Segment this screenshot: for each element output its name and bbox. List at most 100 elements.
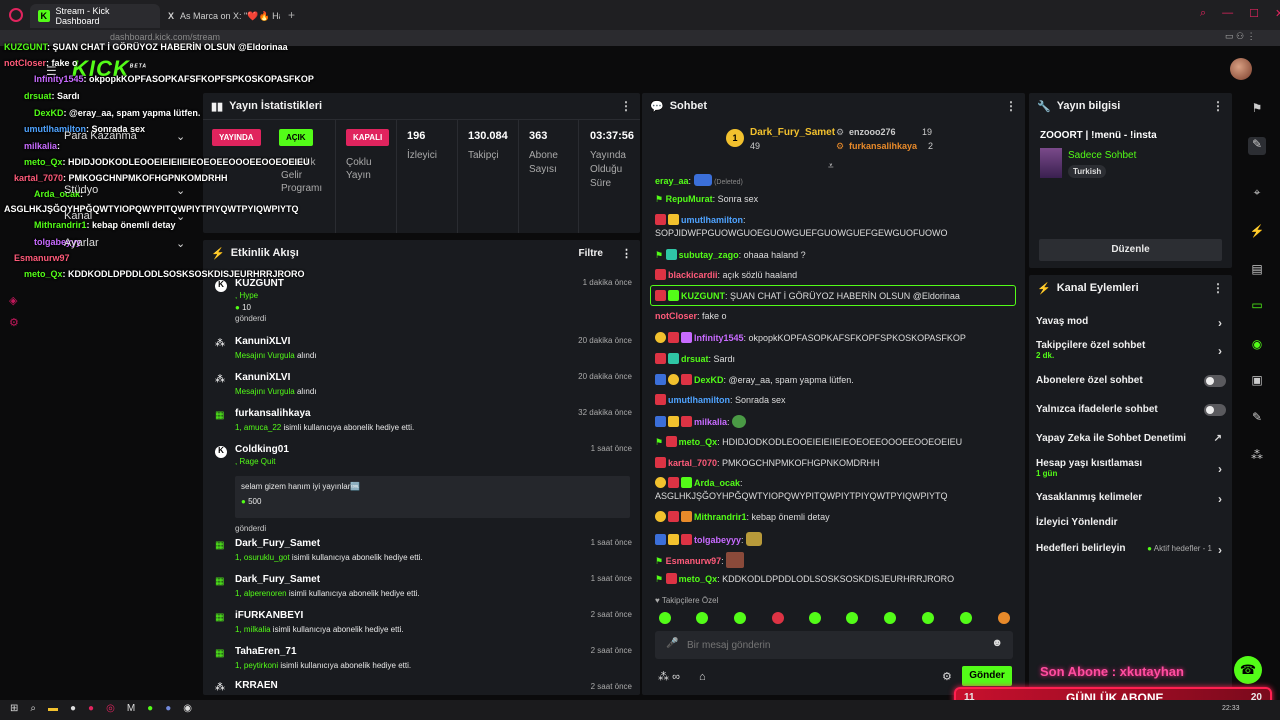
edit-stream-button[interactable]: Düzenle bbox=[1039, 239, 1222, 261]
filter-button[interactable]: Filtre bbox=[579, 248, 603, 259]
mic-icon[interactable]: 🎤 bbox=[666, 638, 678, 649]
event-user[interactable]: furkansalihkaya bbox=[235, 408, 414, 419]
chat-username[interactable]: kartal_7070 bbox=[668, 458, 717, 468]
more-icon[interactable]: ⋮ bbox=[1212, 281, 1224, 295]
chat-username[interactable]: milkalia bbox=[694, 417, 727, 427]
folder-icon[interactable]: ▬ bbox=[48, 703, 58, 714]
followers-only-row[interactable]: Takipçilere özel sohbet 2 dk. › bbox=[1036, 340, 1226, 360]
account-age-row[interactable]: Hesap yaşı kısıtlaması 1 gün › bbox=[1036, 458, 1226, 478]
third-gifter-name[interactable]: furkansalihkaya bbox=[849, 141, 917, 151]
second-gifter-name[interactable]: enzooo276 bbox=[849, 127, 896, 137]
emote-quick-icon[interactable] bbox=[960, 612, 972, 624]
tab-kick-dashboard[interactable]: K Stream - Kick Dashboard bbox=[30, 4, 160, 28]
app-icon[interactable]: ● bbox=[88, 703, 94, 714]
emote-quick-icon[interactable] bbox=[998, 612, 1010, 624]
info-panel-icon[interactable]: ▣ bbox=[1248, 373, 1266, 391]
new-tab-button[interactable]: + bbox=[288, 8, 295, 22]
chat-username[interactable]: DexKD bbox=[694, 375, 724, 385]
chat-username[interactable]: blackicardii bbox=[668, 270, 718, 280]
chat-input[interactable] bbox=[687, 637, 977, 653]
chat-username[interactable]: Mithrandrir1 bbox=[694, 512, 747, 522]
chat-username[interactable]: notCloser bbox=[655, 311, 697, 321]
subs-only-row[interactable]: Abonelere özel sohbet bbox=[1036, 375, 1226, 387]
chat-username[interactable]: Arda_ocak bbox=[694, 478, 740, 488]
collapse-leaderboard-icon[interactable]: ⩡ bbox=[828, 161, 834, 172]
ai-moderation-row[interactable]: Yapay Zeka ile Sohbet Denetimi ↗ bbox=[1036, 433, 1226, 444]
search-icon[interactable]: ⌕ bbox=[1200, 7, 1206, 20]
browser-icon[interactable]: ◎ bbox=[106, 703, 115, 714]
app-icon[interactable]: M bbox=[127, 703, 135, 714]
chat-username[interactable]: tolgabeyyy bbox=[694, 535, 741, 545]
subs-only-toggle[interactable] bbox=[1204, 375, 1226, 387]
tab-x-post[interactable]: X As Marca on X: "❤️🔥 Ha bbox=[160, 4, 280, 28]
event-user[interactable]: KanuniXLVI bbox=[235, 372, 317, 383]
chat-icon[interactable]: ▭ bbox=[1248, 298, 1266, 316]
event-user[interactable]: iFURKANBEYI bbox=[235, 610, 404, 621]
clip-icon[interactable]: ⌖ bbox=[1248, 185, 1266, 203]
app-icon[interactable]: ● bbox=[70, 703, 76, 714]
notifications-icon[interactable]: ⚑ bbox=[1248, 101, 1266, 119]
close-icon[interactable]: ✕ bbox=[1275, 7, 1280, 20]
chat-settings-icon[interactable]: ⚙ bbox=[942, 670, 952, 683]
event-user[interactable]: Coldking01 bbox=[235, 444, 630, 455]
support-fab[interactable]: ☎ bbox=[1234, 656, 1262, 684]
goals-row[interactable]: Hedefleri belirleyin ● Aktif hedefler - 1… bbox=[1036, 543, 1226, 557]
more-icon[interactable]: ⋮ bbox=[621, 247, 632, 260]
users-icon[interactable]: ⁂ bbox=[658, 671, 669, 683]
event-user[interactable]: KanuniXLVI bbox=[235, 336, 317, 347]
edit-icon[interactable]: ✎ bbox=[1248, 137, 1266, 155]
chat-username[interactable]: KUZGUNT bbox=[681, 291, 725, 301]
chat-username[interactable]: subutay_zago bbox=[679, 250, 739, 260]
emote-quick-icon[interactable] bbox=[884, 612, 896, 624]
top-gifter-name[interactable]: Dark_Fury_Samet bbox=[750, 127, 835, 138]
chat-username[interactable]: meto_Qx bbox=[679, 437, 718, 447]
send-button[interactable]: Gönder bbox=[962, 666, 1012, 686]
avatar[interactable] bbox=[1230, 58, 1252, 80]
emotes-only-toggle[interactable] bbox=[1204, 404, 1226, 416]
emote-quick-icon[interactable] bbox=[772, 612, 784, 624]
chat-username[interactable]: RepuMurat bbox=[666, 194, 713, 204]
event-user[interactable]: Dark_Fury_Samet bbox=[235, 574, 420, 585]
sidebar-item-monetization[interactable]: Para Kazanma bbox=[64, 130, 137, 142]
category-thumbnail[interactable] bbox=[1040, 148, 1062, 178]
banned-words-row[interactable]: Yasaklanmış kelimeler › bbox=[1036, 492, 1226, 506]
chat-username[interactable]: meto_Qx bbox=[679, 574, 718, 584]
infinity-icon[interactable]: ∞ bbox=[672, 671, 680, 683]
chat-username[interactable]: eray_aa bbox=[655, 176, 689, 186]
discord-icon[interactable]: ◈ bbox=[9, 290, 19, 312]
more-icon[interactable]: ⋮ bbox=[620, 99, 632, 113]
category-link[interactable]: Sadece Sohbet bbox=[1068, 150, 1136, 161]
emote-quick-icon[interactable] bbox=[922, 612, 934, 624]
settings-icon[interactable]: ⚙ bbox=[9, 312, 19, 334]
discord-icon[interactable]: ● bbox=[165, 703, 171, 714]
wrench-icon[interactable]: ✎ bbox=[1248, 410, 1266, 428]
chat-username[interactable]: Infinity1545 bbox=[694, 333, 744, 343]
browser-logo-icon[interactable] bbox=[9, 8, 23, 22]
chat-username[interactable]: drsuat bbox=[681, 354, 709, 364]
more-icon[interactable]: ⋮ bbox=[1005, 99, 1017, 113]
minimize-icon[interactable]: — bbox=[1222, 7, 1233, 20]
chat-username[interactable]: umutlhamilton bbox=[681, 215, 743, 225]
document-icon[interactable]: ▤ bbox=[1248, 262, 1266, 280]
chat-input-box[interactable]: 🎤 ☻ bbox=[655, 631, 1013, 659]
event-user[interactable]: KUZGUNT bbox=[235, 278, 284, 289]
start-icon[interactable]: ⊞ bbox=[10, 703, 18, 714]
emoji-icon[interactable]: ☻ bbox=[991, 637, 1003, 649]
redirect-viewers-row[interactable]: İzleyici Yönlendir bbox=[1036, 517, 1226, 528]
search-icon[interactable]: ⌕ bbox=[30, 703, 36, 714]
emote-quick-icon[interactable] bbox=[659, 612, 671, 624]
emote-quick-icon[interactable] bbox=[734, 612, 746, 624]
obs-icon[interactable]: ◉ bbox=[183, 703, 192, 714]
sidebar-item-channel[interactable]: Kanal bbox=[64, 210, 92, 222]
extensions-icons[interactable]: ▭ ⚇ ⋮ bbox=[1225, 31, 1256, 42]
event-user[interactable]: TahaEren_71 bbox=[235, 646, 411, 657]
emote-quick-icon[interactable] bbox=[846, 612, 858, 624]
sidebar-item-studio[interactable]: Stüdyo bbox=[64, 184, 98, 196]
event-user[interactable]: Dark_Fury_Samet bbox=[235, 538, 423, 549]
chat-username[interactable]: umutlhamilton bbox=[668, 395, 730, 405]
emote-quick-icon[interactable] bbox=[809, 612, 821, 624]
emote-quick-icon[interactable] bbox=[696, 612, 708, 624]
emotes-only-row[interactable]: Yalnızca ifadelerle sohbet bbox=[1036, 404, 1226, 416]
broadcast-icon[interactable]: ◉ bbox=[1248, 337, 1266, 355]
bolt-icon[interactable]: ⚡ bbox=[1248, 224, 1266, 242]
